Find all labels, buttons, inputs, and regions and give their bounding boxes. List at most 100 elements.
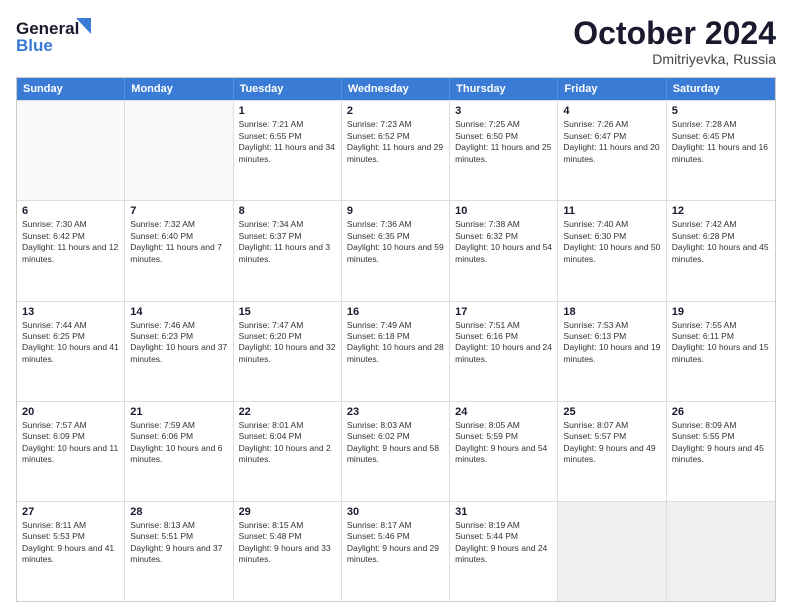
day-number-30: 30 bbox=[347, 506, 444, 518]
day-info-8: Sunrise: 7:34 AM Sunset: 6:37 PM Dayligh… bbox=[239, 219, 336, 265]
logo-icon: GeneralBlue bbox=[16, 16, 96, 56]
week-row-3: 20 Sunrise: 7:57 AM Sunset: 6:09 PM Dayli… bbox=[17, 401, 775, 501]
week-row-1: 6 Sunrise: 7:30 AM Sunset: 6:42 PM Daylig… bbox=[17, 200, 775, 300]
day-number-1: 1 bbox=[239, 105, 336, 117]
day-cell-3: 3 Sunrise: 7:25 AM Sunset: 6:50 PM Daylig… bbox=[450, 101, 558, 200]
day-info-3: Sunrise: 7:25 AM Sunset: 6:50 PM Dayligh… bbox=[455, 119, 552, 165]
day-info-23: Sunrise: 8:03 AM Sunset: 6:02 PM Dayligh… bbox=[347, 420, 444, 466]
day-cell-18: 18Sunrise: 7:53 AM Sunset: 6:13 PM Dayli… bbox=[558, 302, 666, 401]
day-number-26: 26 bbox=[672, 406, 770, 418]
page: GeneralBlue October 2024 Dmitriyevka, Ru… bbox=[0, 0, 792, 612]
day-info-6: Sunrise: 7:30 AM Sunset: 6:42 PM Dayligh… bbox=[22, 219, 119, 265]
calendar-body: 1Sunrise: 7:21 AM Sunset: 6:55 PM Daylig… bbox=[17, 100, 775, 601]
header-sunday: Sunday bbox=[17, 78, 125, 100]
day-number-8: 8 bbox=[239, 205, 336, 217]
day-number-14: 14 bbox=[130, 306, 227, 318]
day-cell-30: 30 Sunrise: 8:17 AM Sunset: 5:46 PM Dayli… bbox=[342, 502, 450, 601]
day-cell-13: 13 Sunrise: 7:44 AM Sunset: 6:25 PM Dayli… bbox=[17, 302, 125, 401]
day-info-27: Sunrise: 8:11 AM Sunset: 5:53 PM Dayligh… bbox=[22, 520, 119, 566]
calendar: Sunday Monday Tuesday Wednesday Thursday… bbox=[16, 77, 776, 602]
day-cell-6: 6 Sunrise: 7:30 AM Sunset: 6:42 PM Daylig… bbox=[17, 201, 125, 300]
day-cell-29: 29Sunrise: 8:15 AM Sunset: 5:48 PM Dayli… bbox=[234, 502, 342, 601]
header-monday: Monday bbox=[125, 78, 233, 100]
day-cell-20: 20 Sunrise: 7:57 AM Sunset: 6:09 PM Dayli… bbox=[17, 402, 125, 501]
day-info-16: Sunrise: 7:49 AM Sunset: 6:18 PM Dayligh… bbox=[347, 320, 444, 366]
day-info-21: Sunrise: 7:59 AM Sunset: 6:06 PM Dayligh… bbox=[130, 420, 227, 466]
day-info-26: Sunrise: 8:09 AM Sunset: 5:55 PM Dayligh… bbox=[672, 420, 770, 466]
day-cell-2: 2 Sunrise: 7:23 AM Sunset: 6:52 PM Daylig… bbox=[342, 101, 450, 200]
day-info-18: Sunrise: 7:53 AM Sunset: 6:13 PM Dayligh… bbox=[563, 320, 660, 366]
day-number-25: 25 bbox=[563, 406, 660, 418]
day-number-11: 11 bbox=[563, 205, 660, 217]
week-row-4: 27 Sunrise: 8:11 AM Sunset: 5:53 PM Dayli… bbox=[17, 501, 775, 601]
header-friday: Friday bbox=[558, 78, 666, 100]
day-cell-26: 26 Sunrise: 8:09 AM Sunset: 5:55 PM Dayli… bbox=[667, 402, 775, 501]
day-cell-12: 12 Sunrise: 7:42 AM Sunset: 6:28 PM Dayli… bbox=[667, 201, 775, 300]
day-info-17: Sunrise: 7:51 AM Sunset: 6:16 PM Dayligh… bbox=[455, 320, 552, 366]
day-cell-28: 28 Sunrise: 8:13 AM Sunset: 5:51 PM Dayli… bbox=[125, 502, 233, 601]
day-cell-7: 7 Sunrise: 7:32 AM Sunset: 6:40 PM Daylig… bbox=[125, 201, 233, 300]
day-info-20: Sunrise: 7:57 AM Sunset: 6:09 PM Dayligh… bbox=[22, 420, 119, 466]
calendar-header: Sunday Monday Tuesday Wednesday Thursday… bbox=[17, 78, 775, 100]
day-number-23: 23 bbox=[347, 406, 444, 418]
day-info-13: Sunrise: 7:44 AM Sunset: 6:25 PM Dayligh… bbox=[22, 320, 119, 366]
day-number-5: 5 bbox=[672, 105, 770, 117]
header: GeneralBlue October 2024 Dmitriyevka, Ru… bbox=[16, 16, 776, 67]
header-thursday: Thursday bbox=[450, 78, 558, 100]
day-cell-22: 22 Sunrise: 8:01 AM Sunset: 6:04 PM Dayli… bbox=[234, 402, 342, 501]
day-info-14: Sunrise: 7:46 AM Sunset: 6:23 PM Dayligh… bbox=[130, 320, 227, 366]
day-info-5: Sunrise: 7:28 AM Sunset: 6:45 PM Dayligh… bbox=[672, 119, 770, 165]
header-tuesday: Tuesday bbox=[234, 78, 342, 100]
day-info-30: Sunrise: 8:17 AM Sunset: 5:46 PM Dayligh… bbox=[347, 520, 444, 566]
day-number-9: 9 bbox=[347, 205, 444, 217]
subtitle: Dmitriyevka, Russia bbox=[573, 51, 776, 67]
day-number-4: 4 bbox=[563, 105, 660, 117]
week-row-2: 13 Sunrise: 7:44 AM Sunset: 6:25 PM Dayli… bbox=[17, 301, 775, 401]
day-number-6: 6 bbox=[22, 205, 119, 217]
day-cell-1: 1Sunrise: 7:21 AM Sunset: 6:55 PM Daylig… bbox=[234, 101, 342, 200]
day-info-2: Sunrise: 7:23 AM Sunset: 6:52 PM Dayligh… bbox=[347, 119, 444, 165]
day-info-19: Sunrise: 7:55 AM Sunset: 6:11 PM Dayligh… bbox=[672, 320, 770, 366]
day-number-3: 3 bbox=[455, 105, 552, 117]
day-number-27: 27 bbox=[22, 506, 119, 518]
svg-text:Blue: Blue bbox=[16, 36, 53, 55]
day-info-7: Sunrise: 7:32 AM Sunset: 6:40 PM Dayligh… bbox=[130, 219, 227, 265]
day-cell-8: 8 Sunrise: 7:34 AM Sunset: 6:37 PM Daylig… bbox=[234, 201, 342, 300]
day-number-22: 22 bbox=[239, 406, 336, 418]
day-info-11: Sunrise: 7:40 AM Sunset: 6:30 PM Dayligh… bbox=[563, 219, 660, 265]
empty-cell-4-5 bbox=[558, 502, 666, 601]
day-info-12: Sunrise: 7:42 AM Sunset: 6:28 PM Dayligh… bbox=[672, 219, 770, 265]
day-info-25: Sunrise: 8:07 AM Sunset: 5:57 PM Dayligh… bbox=[563, 420, 660, 466]
title-area: October 2024 Dmitriyevka, Russia bbox=[573, 16, 776, 67]
day-number-31: 31 bbox=[455, 506, 552, 518]
day-info-24: Sunrise: 8:05 AM Sunset: 5:59 PM Dayligh… bbox=[455, 420, 552, 466]
day-info-28: Sunrise: 8:13 AM Sunset: 5:51 PM Dayligh… bbox=[130, 520, 227, 566]
day-number-20: 20 bbox=[22, 406, 119, 418]
week-row-0: 1Sunrise: 7:21 AM Sunset: 6:55 PM Daylig… bbox=[17, 100, 775, 200]
day-info-4: Sunrise: 7:26 AM Sunset: 6:47 PM Dayligh… bbox=[563, 119, 660, 165]
day-cell-19: 19 Sunrise: 7:55 AM Sunset: 6:11 PM Dayli… bbox=[667, 302, 775, 401]
month-title: October 2024 bbox=[573, 16, 776, 51]
day-number-29: 29 bbox=[239, 506, 336, 518]
day-cell-9: 9Sunrise: 7:36 AM Sunset: 6:35 PM Daylig… bbox=[342, 201, 450, 300]
day-number-12: 12 bbox=[672, 205, 770, 217]
empty-cell-4-6 bbox=[667, 502, 775, 601]
day-number-21: 21 bbox=[130, 406, 227, 418]
day-number-2: 2 bbox=[347, 105, 444, 117]
day-number-7: 7 bbox=[130, 205, 227, 217]
day-info-15: Sunrise: 7:47 AM Sunset: 6:20 PM Dayligh… bbox=[239, 320, 336, 366]
empty-cell-0-0 bbox=[17, 101, 125, 200]
day-info-22: Sunrise: 8:01 AM Sunset: 6:04 PM Dayligh… bbox=[239, 420, 336, 466]
day-number-13: 13 bbox=[22, 306, 119, 318]
day-cell-15: 15Sunrise: 7:47 AM Sunset: 6:20 PM Dayli… bbox=[234, 302, 342, 401]
logo: GeneralBlue bbox=[16, 16, 96, 56]
day-cell-11: 11 Sunrise: 7:40 AM Sunset: 6:30 PM Dayli… bbox=[558, 201, 666, 300]
day-number-19: 19 bbox=[672, 306, 770, 318]
day-number-28: 28 bbox=[130, 506, 227, 518]
day-cell-31: 31Sunrise: 8:19 AM Sunset: 5:44 PM Dayli… bbox=[450, 502, 558, 601]
day-number-24: 24 bbox=[455, 406, 552, 418]
day-number-17: 17 bbox=[455, 306, 552, 318]
day-cell-14: 14 Sunrise: 7:46 AM Sunset: 6:23 PM Dayli… bbox=[125, 302, 233, 401]
day-cell-16: 16Sunrise: 7:49 AM Sunset: 6:18 PM Dayli… bbox=[342, 302, 450, 401]
empty-cell-0-1 bbox=[125, 101, 233, 200]
